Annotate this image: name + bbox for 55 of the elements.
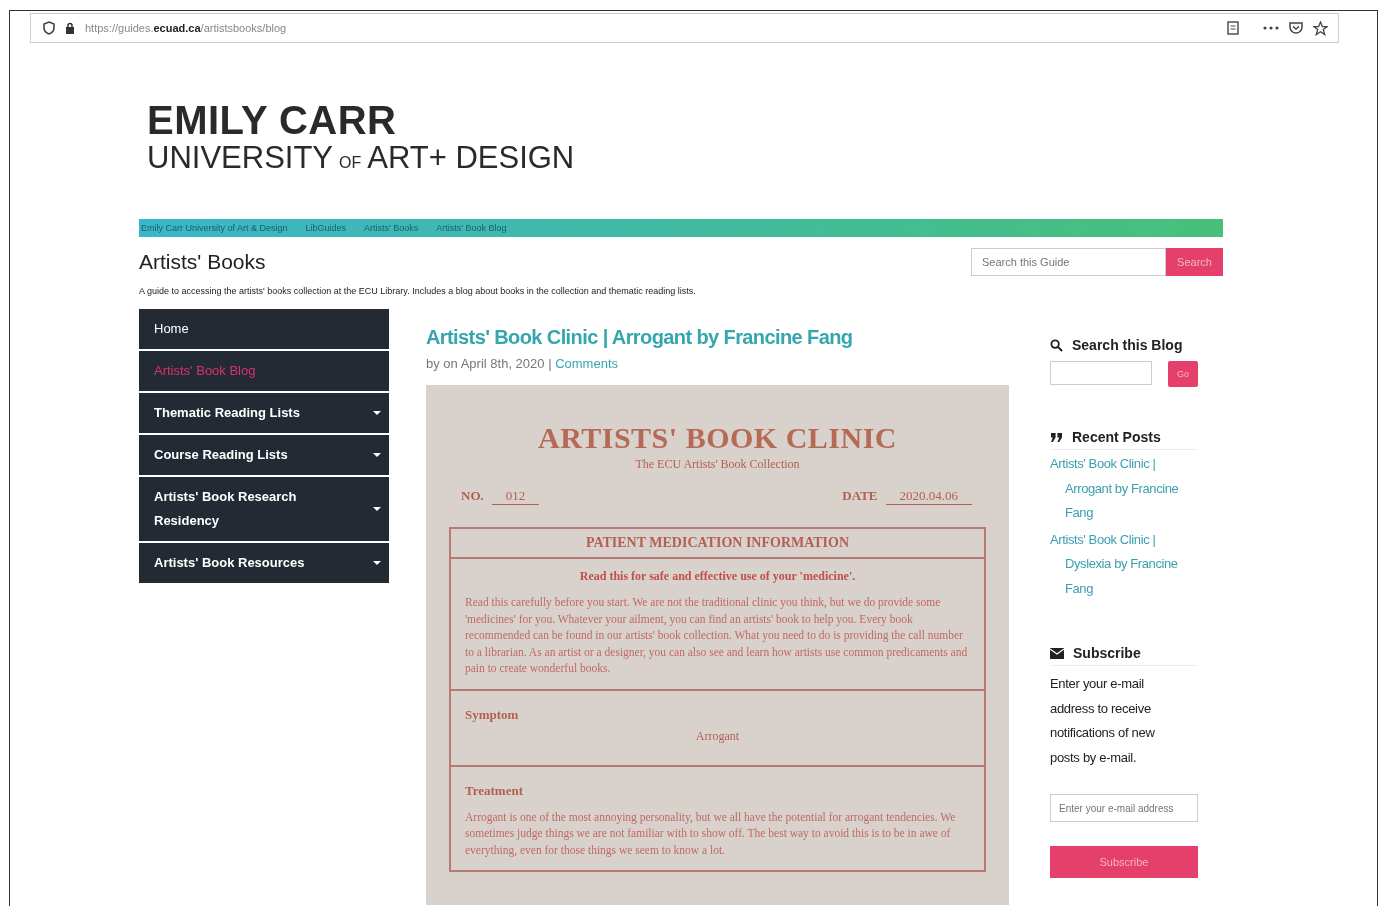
nav-item[interactable]: Artists' Book Resources: [139, 543, 389, 583]
shield-icon: [43, 21, 55, 35]
nav-item[interactable]: Home: [139, 309, 389, 349]
logo-subtitle: ART+ DESIGN: [367, 140, 575, 176]
nav-item[interactable]: Artists' Book Blog: [139, 351, 389, 391]
envelope-icon: [1050, 647, 1064, 659]
recent-post-link[interactable]: Artists' Book Clinic | Dyslexia by Francine Fang: [1050, 527, 1198, 601]
breadcrumb-link[interactable]: Artists' Books: [364, 223, 419, 233]
subscribe-button[interactable]: Subscribe: [1050, 846, 1198, 878]
go-button[interactable]: Go: [1168, 361, 1198, 387]
post-meta: by on April 8th, 2020 |: [426, 356, 552, 371]
lead-text: Read this for safe and effective use of your 'medicine'.: [578, 569, 857, 584]
widget-heading: Recent Posts: [1072, 429, 1161, 445]
reader-icon[interactable]: [1227, 21, 1239, 35]
search-icon: [1050, 338, 1063, 352]
widget-heading: Subscribe: [1073, 645, 1141, 661]
recent-post-link[interactable]: Artists' Book Clinic | Arrogant by Francine Fang: [1050, 452, 1198, 526]
subscribe-text: Enter your e-mail address to receive notifications of new posts by e-mail.: [1050, 675, 1156, 767]
guide-description: A guide to accessing the artists' books collection at the ECU Library. Includes a blog about books in the collection and thematic reading lists.: [139, 286, 697, 296]
document-title: ARTISTS' BOOK CLINIC: [536, 421, 898, 455]
star-icon[interactable]: [1313, 20, 1328, 36]
nav-item[interactable]: Thematic Reading Lists: [139, 393, 389, 433]
intro-paragraph: Read this carefully before you start. We are not the traditional clinic you think, but we do provide some 'medicines' for you. Whatever your ailment, you can find an artists' book to help you. Every book recommended can be found in our artists' book collection. What you need to do is providing the call number to a librarian. As an artist or a designer, you can also see and learn how artists use common predicaments and pain to create wonderful books.: [465, 595, 969, 677]
logo-subtitle: UNIVERSITY: [147, 140, 334, 176]
treatment-paragraph: Arrogant is one of the most annoying personality, but we all have the potential for arrogant tendencies. We sometimes judge things we are not familiar with to show off. The best way to avoid this is to be in awe of everything, even for those things we seem to know a lot.: [465, 809, 957, 858]
blog-search-field[interactable]: [1050, 361, 1152, 385]
nav-item[interactable]: Course Reading Lists: [139, 435, 389, 475]
section-heading: PATIENT MEDICATION INFORMATION: [451, 529, 984, 559]
date-value: 2020.04.06: [885, 488, 972, 505]
number-value: 012: [491, 488, 540, 505]
guide-title: Artists' Books: [139, 250, 266, 274]
email-field[interactable]: Enter your e-mail address: [1050, 794, 1198, 822]
search-field[interactable]: Search this Guide: [971, 248, 1166, 276]
lock-icon: [65, 22, 75, 34]
number-label: NO.: [461, 488, 484, 505]
search-button[interactable]: Search: [1166, 248, 1223, 276]
document-subtitle: The ECU Artists' Book Collection: [634, 457, 801, 472]
url-text: https://guides.ecuad.ca/artistsbooks/blog: [85, 22, 287, 34]
logo-title: EMILY CARR: [147, 100, 398, 140]
widget-heading: Search this Blog: [1072, 337, 1183, 353]
comments-link[interactable]: Comments: [555, 356, 618, 371]
treatment-label: Treatment: [465, 782, 524, 799]
date-label: DATE: [842, 488, 878, 505]
logo-subtitle: OF: [339, 153, 362, 173]
pocket-icon[interactable]: [1289, 22, 1303, 34]
breadcrumb-link[interactable]: LibGuides: [305, 223, 347, 233]
address-bar[interactable]: https://guides.ecuad.ca/artistsbooks/blog: [30, 13, 1339, 43]
symptom-label: Symptom: [465, 706, 520, 723]
symptom-value: Arrogant: [694, 728, 741, 744]
nav-item[interactable]: Artists' Book Research Residency: [139, 477, 389, 541]
more-icon[interactable]: [1263, 26, 1279, 30]
quote-icon: [1050, 431, 1063, 443]
breadcrumb-link[interactable]: Artists' Book Blog: [436, 223, 507, 233]
post-title[interactable]: Artists' Book Clinic | Arrogant by Francine Fang: [426, 326, 1009, 349]
breadcrumb-link[interactable]: Emily Carr University of Art & Design: [141, 223, 288, 233]
